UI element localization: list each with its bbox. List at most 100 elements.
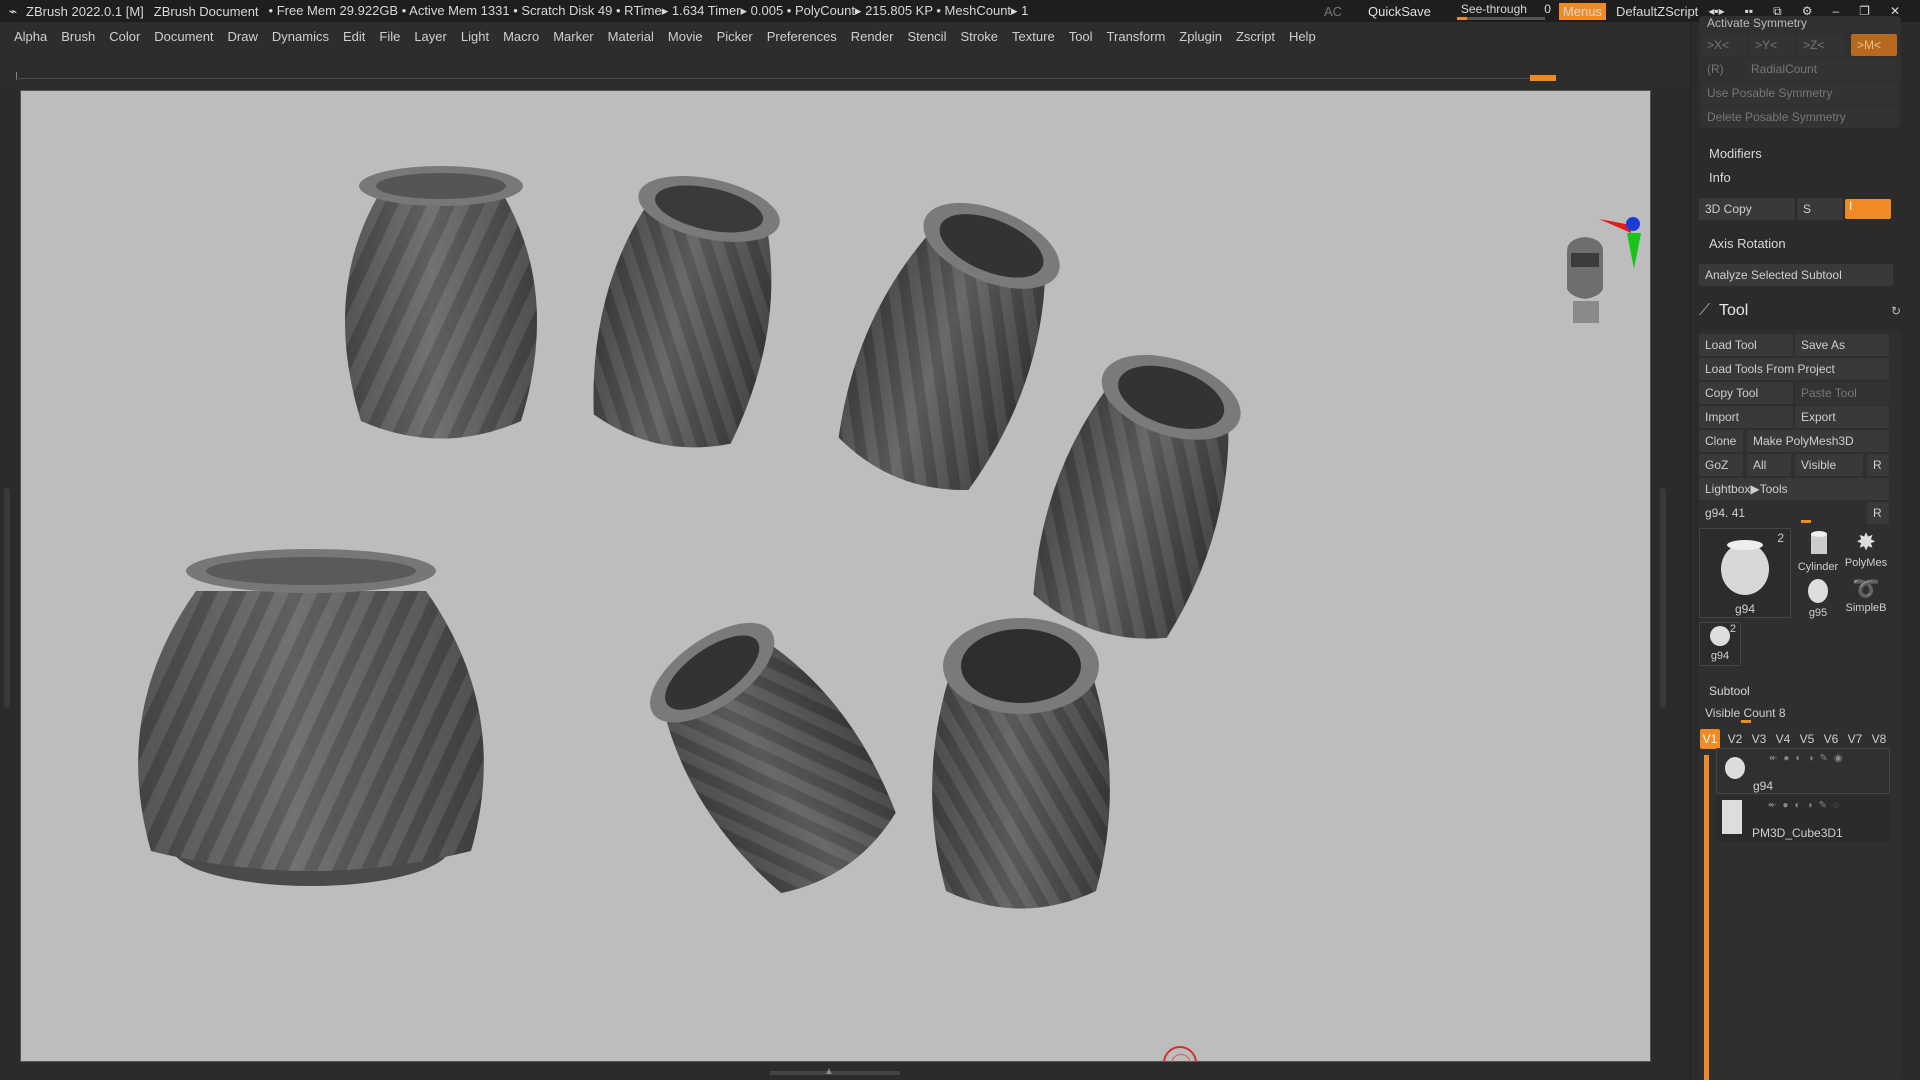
menu-picker[interactable]: Picker: [717, 29, 753, 44]
lightbox-tools-button[interactable]: Lightbox▶Tools: [1699, 478, 1889, 500]
canvas-viewport[interactable]: [20, 90, 1651, 1080]
see-through-slider[interactable]: See-through 0: [1456, 2, 1551, 20]
tool-thumb-g94[interactable]: g94 2: [1699, 528, 1791, 618]
menu-light[interactable]: Light: [461, 29, 489, 44]
axis-rotation-header[interactable]: Axis Rotation: [1709, 236, 1786, 251]
paste-tool-button[interactable]: Paste Tool: [1795, 382, 1889, 404]
symmetry-z-button[interactable]: >Z<: [1797, 34, 1843, 56]
tool-thumb-cylinder[interactable]: Cylinder: [1795, 528, 1841, 573]
menu-document[interactable]: Document: [154, 29, 213, 44]
top-shelf: [0, 50, 1690, 88]
menu-draw[interactable]: Draw: [228, 29, 258, 44]
export-button[interactable]: Export: [1795, 406, 1889, 428]
save-as-button[interactable]: Save As: [1795, 334, 1889, 356]
i-input[interactable]: I: [1845, 199, 1891, 219]
activate-symmetry-label[interactable]: Activate Symmetry: [1707, 16, 1807, 30]
subtool-scrollbar[interactable]: [1704, 755, 1709, 1080]
tool-thumb-polymesh[interactable]: ✸ PolyMes: [1843, 528, 1889, 572]
menu-layer[interactable]: Layer: [414, 29, 447, 44]
menu-stencil[interactable]: Stencil: [907, 29, 946, 44]
subtool-tab-v4[interactable]: V4: [1773, 729, 1793, 749]
subtool-tab-v6[interactable]: V6: [1821, 729, 1841, 749]
tool-thumb-simpleb[interactable]: ➰ SimpleB: [1843, 576, 1889, 620]
radial-r-button[interactable]: (R): [1701, 58, 1741, 80]
goz-button[interactable]: GoZ: [1699, 454, 1743, 476]
tool-r-button[interactable]: R: [1867, 502, 1889, 524]
tool-thumb-g94-small[interactable]: g94 2: [1699, 622, 1741, 666]
s-button[interactable]: S: [1797, 198, 1843, 220]
current-tool-slider[interactable]: g94. 41: [1699, 502, 1863, 524]
gizmo-y-axis[interactable]: [1627, 233, 1641, 269]
subtool-tab-v1[interactable]: V1: [1700, 729, 1720, 749]
subtool-tab-v8[interactable]: V8: [1869, 729, 1889, 749]
menu-macro[interactable]: Macro: [503, 29, 539, 44]
subtool-item-g94[interactable]: ↞ ● ◐ ◑ ✎ ◉ g94: [1716, 748, 1890, 794]
modifiers-header[interactable]: Modifiers: [1709, 146, 1762, 161]
visible-count-slider[interactable]: Visible Count 8: [1699, 702, 1889, 724]
load-tools-from-project-button[interactable]: Load Tools From Project: [1699, 358, 1889, 380]
goz-all-button[interactable]: All: [1747, 454, 1791, 476]
tool-title[interactable]: Tool: [1719, 302, 1748, 320]
use-posable-symmetry-button[interactable]: Use Posable Symmetry: [1701, 82, 1897, 104]
gizmo-x-axis[interactable]: [1599, 219, 1631, 233]
subtool-tab-v5[interactable]: V5: [1797, 729, 1817, 749]
ac-toggle[interactable]: AC: [1324, 4, 1342, 19]
right-tray-handle[interactable]: [1660, 488, 1666, 708]
menus-toggle[interactable]: Menus: [1558, 2, 1606, 20]
tool-thumb-g95[interactable]: g95: [1795, 576, 1841, 620]
menu-brush[interactable]: Brush: [61, 29, 95, 44]
import-button[interactable]: Import: [1699, 406, 1793, 428]
radial-count-slider[interactable]: RadialCount: [1745, 58, 1895, 80]
menu-movie[interactable]: Movie: [668, 29, 703, 44]
menu-texture[interactable]: Texture: [1012, 29, 1055, 44]
menu-tool[interactable]: Tool: [1069, 29, 1093, 44]
subtool-header[interactable]: Subtool: [1709, 684, 1750, 698]
left-tray-handle[interactable]: [4, 488, 10, 708]
document-title: ZBrush Document: [153, 3, 259, 19]
subtool-tab-v3[interactable]: V3: [1749, 729, 1769, 749]
menu-stroke[interactable]: Stroke: [960, 29, 998, 44]
tool-thumb-simpleb-label: SimpleB: [1845, 602, 1887, 614]
menu-alpha[interactable]: Alpha: [14, 29, 47, 44]
default-zscript-button[interactable]: DefaultZScript: [1616, 4, 1698, 19]
menu-color[interactable]: Color: [109, 29, 140, 44]
copy-tool-button[interactable]: Copy Tool: [1699, 382, 1793, 404]
menu-render[interactable]: Render: [851, 29, 894, 44]
subtool-tab-v7[interactable]: V7: [1845, 729, 1865, 749]
delete-posable-symmetry-button[interactable]: Delete Posable Symmetry: [1701, 106, 1897, 128]
menu-zplugin[interactable]: Zplugin: [1179, 29, 1222, 44]
symmetry-x-button[interactable]: >X<: [1701, 34, 1747, 56]
bottom-tray: ▲: [0, 1062, 1690, 1080]
menu-edit[interactable]: Edit: [343, 29, 365, 44]
navigation-gizmo[interactable]: [1561, 211, 1641, 341]
menu-dynamics[interactable]: Dynamics: [272, 29, 329, 44]
menu-preferences[interactable]: Preferences: [767, 29, 837, 44]
vase-subtool-icon: [1725, 757, 1745, 779]
load-tool-button[interactable]: Load Tool: [1699, 334, 1793, 356]
analyze-subtool-button[interactable]: Analyze Selected Subtool: [1699, 264, 1893, 286]
menu-file[interactable]: File: [379, 29, 400, 44]
menu-transform[interactable]: Transform: [1107, 29, 1166, 44]
goz-visible-button[interactable]: Visible: [1795, 454, 1863, 476]
info-header[interactable]: Info: [1709, 170, 1731, 185]
clone-button[interactable]: Clone: [1699, 430, 1743, 452]
menu-marker[interactable]: Marker: [553, 29, 593, 44]
expand-arrow-icon[interactable]: ▲: [824, 1066, 834, 1077]
subtool-tab-v2[interactable]: V2: [1725, 729, 1745, 749]
symmetry-m-button[interactable]: >M<: [1851, 34, 1897, 56]
menu-help[interactable]: Help: [1289, 29, 1316, 44]
quicksave-button[interactable]: QuickSave: [1368, 4, 1431, 19]
3d-copy-button[interactable]: 3D Copy: [1699, 198, 1795, 220]
goz-r-button[interactable]: R: [1867, 454, 1889, 476]
current-tool-slider-thumb: [1801, 520, 1811, 523]
bottom-tray-grip[interactable]: [770, 1071, 900, 1075]
symmetry-y-button[interactable]: >Y<: [1749, 34, 1795, 56]
gizmo-z-axis[interactable]: [1626, 217, 1640, 231]
refresh-icon[interactable]: ↻: [1891, 304, 1901, 318]
subtool-item-pm3d-cube[interactable]: ↞ ● ◐ ◑ ✎ ◌ PM3D_Cube3D1: [1716, 796, 1890, 842]
menu-zscript[interactable]: Zscript: [1236, 29, 1275, 44]
menu-material[interactable]: Material: [608, 29, 654, 44]
make-polymesh3d-button[interactable]: Make PolyMesh3D: [1747, 430, 1889, 452]
gizmo-head[interactable]: [1567, 237, 1603, 299]
tool-thumb-g94-count: 2: [1777, 531, 1784, 545]
